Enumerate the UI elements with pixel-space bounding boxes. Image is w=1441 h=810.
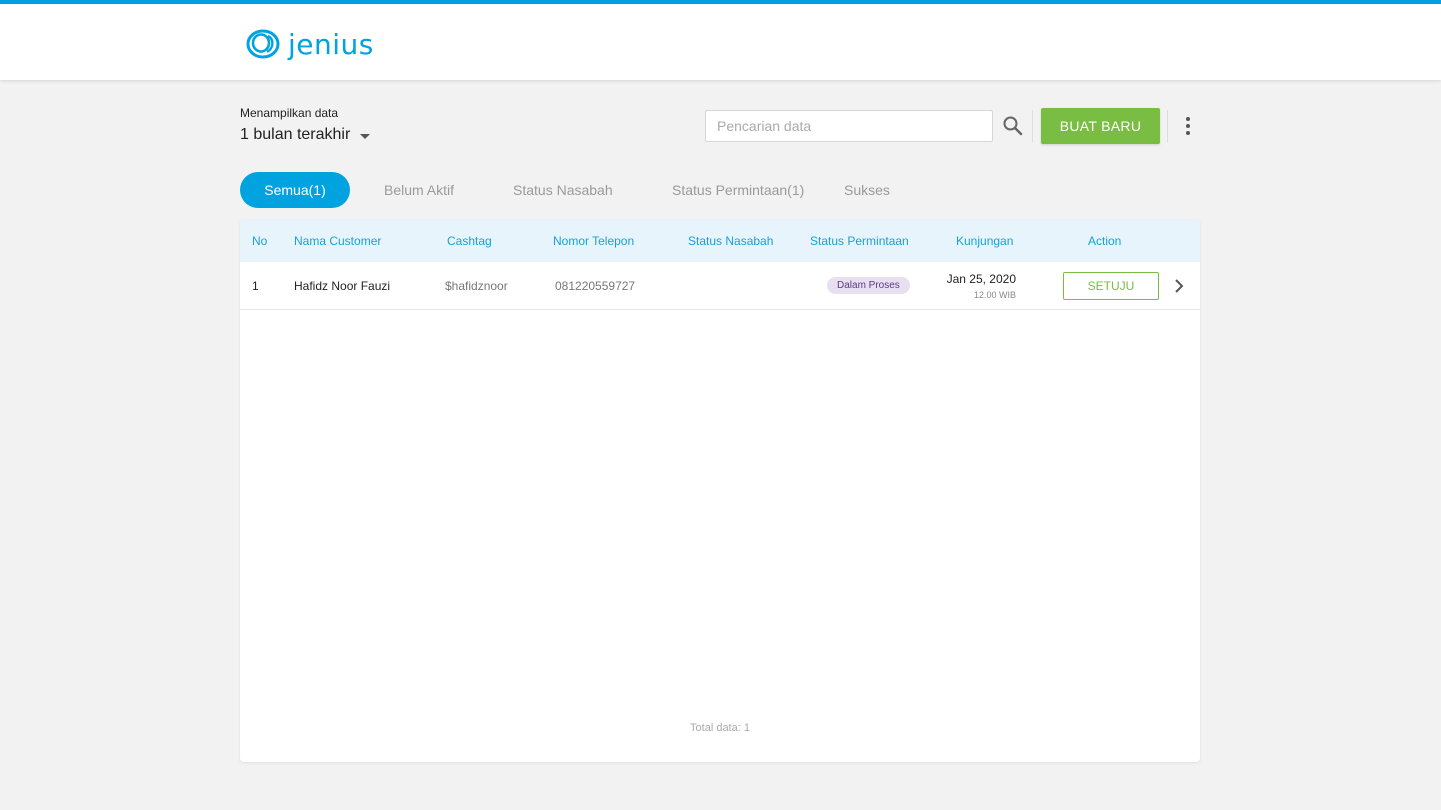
search-input[interactable] — [705, 110, 993, 142]
chevron-right-icon — [1175, 279, 1184, 293]
total-data-label: Total data: 1 — [690, 722, 750, 734]
create-new-button[interactable]: BUAT BARU — [1041, 108, 1160, 144]
tab-sukses[interactable]: Sukses — [844, 172, 890, 208]
visit-date: Jan 25, 2020 12.00 WIB — [947, 272, 1016, 301]
brand-logo[interactable]: jenius — [246, 26, 374, 62]
row-number: 1 — [252, 279, 259, 293]
customer-name: Hafidz Noor Fauzi — [294, 279, 391, 293]
tab-status-permintaan[interactable]: Status Permintaan(1) — [672, 172, 804, 208]
app-header: jenius — [0, 4, 1441, 80]
approve-button[interactable]: SETUJU — [1063, 272, 1159, 300]
column-header-no: No — [252, 234, 268, 248]
more-vertical-icon — [1186, 117, 1190, 135]
column-header-kunjungan: Kunjungan — [956, 234, 1014, 248]
customer-cashtag: $hafidznoor — [445, 279, 508, 293]
period-filter-label: Menampilkan data — [240, 106, 339, 120]
toolbar-divider — [1167, 110, 1168, 142]
status-badge: Dalam Proses — [827, 277, 910, 294]
table-row[interactable]: 1 Hafidz Noor Fauzi $hafidznoor 08122055… — [240, 262, 1200, 310]
toolbar-divider — [1032, 110, 1033, 142]
period-filter: Menampilkan data 1 bulan terakhir — [240, 106, 371, 144]
more-options-button[interactable] — [1178, 114, 1198, 138]
search-icon — [1003, 116, 1023, 136]
customer-phone: 081220559727 — [555, 279, 636, 293]
column-header-status-permintaan: Status Permintaan — [810, 234, 909, 248]
column-header-cashtag: Cashtag — [447, 234, 492, 248]
customer-table-card: No Nama Customer Cashtag Nomor Telepon S… — [240, 220, 1200, 762]
caret-down-icon — [360, 133, 371, 139]
visit-time-value: 12.00 WIB — [973, 290, 1016, 300]
row-open-button[interactable] — [1172, 278, 1186, 294]
search-button[interactable] — [1002, 115, 1024, 137]
column-header-status-nasabah: Status Nasabah — [688, 234, 774, 248]
period-dropdown[interactable]: 1 bulan terakhir — [240, 126, 371, 144]
tab-semua[interactable]: Semua(1) — [240, 172, 350, 208]
jenius-logo-icon — [246, 29, 280, 59]
brand-name: jenius — [288, 27, 374, 61]
visit-date-value: Jan 25, 2020 — [946, 272, 1016, 286]
tab-belum-aktif[interactable]: Belum Aktif — [384, 172, 454, 208]
table-header: No Nama Customer Cashtag Nomor Telepon S… — [240, 220, 1200, 262]
period-dropdown-value: 1 bulan terakhir — [240, 126, 351, 143]
column-header-action: Action — [1088, 234, 1122, 248]
column-header-nama-customer: Nama Customer — [294, 234, 382, 248]
column-header-nomor-telepon: Nomor Telepon — [553, 234, 635, 248]
tab-status-nasabah[interactable]: Status Nasabah — [513, 172, 613, 208]
